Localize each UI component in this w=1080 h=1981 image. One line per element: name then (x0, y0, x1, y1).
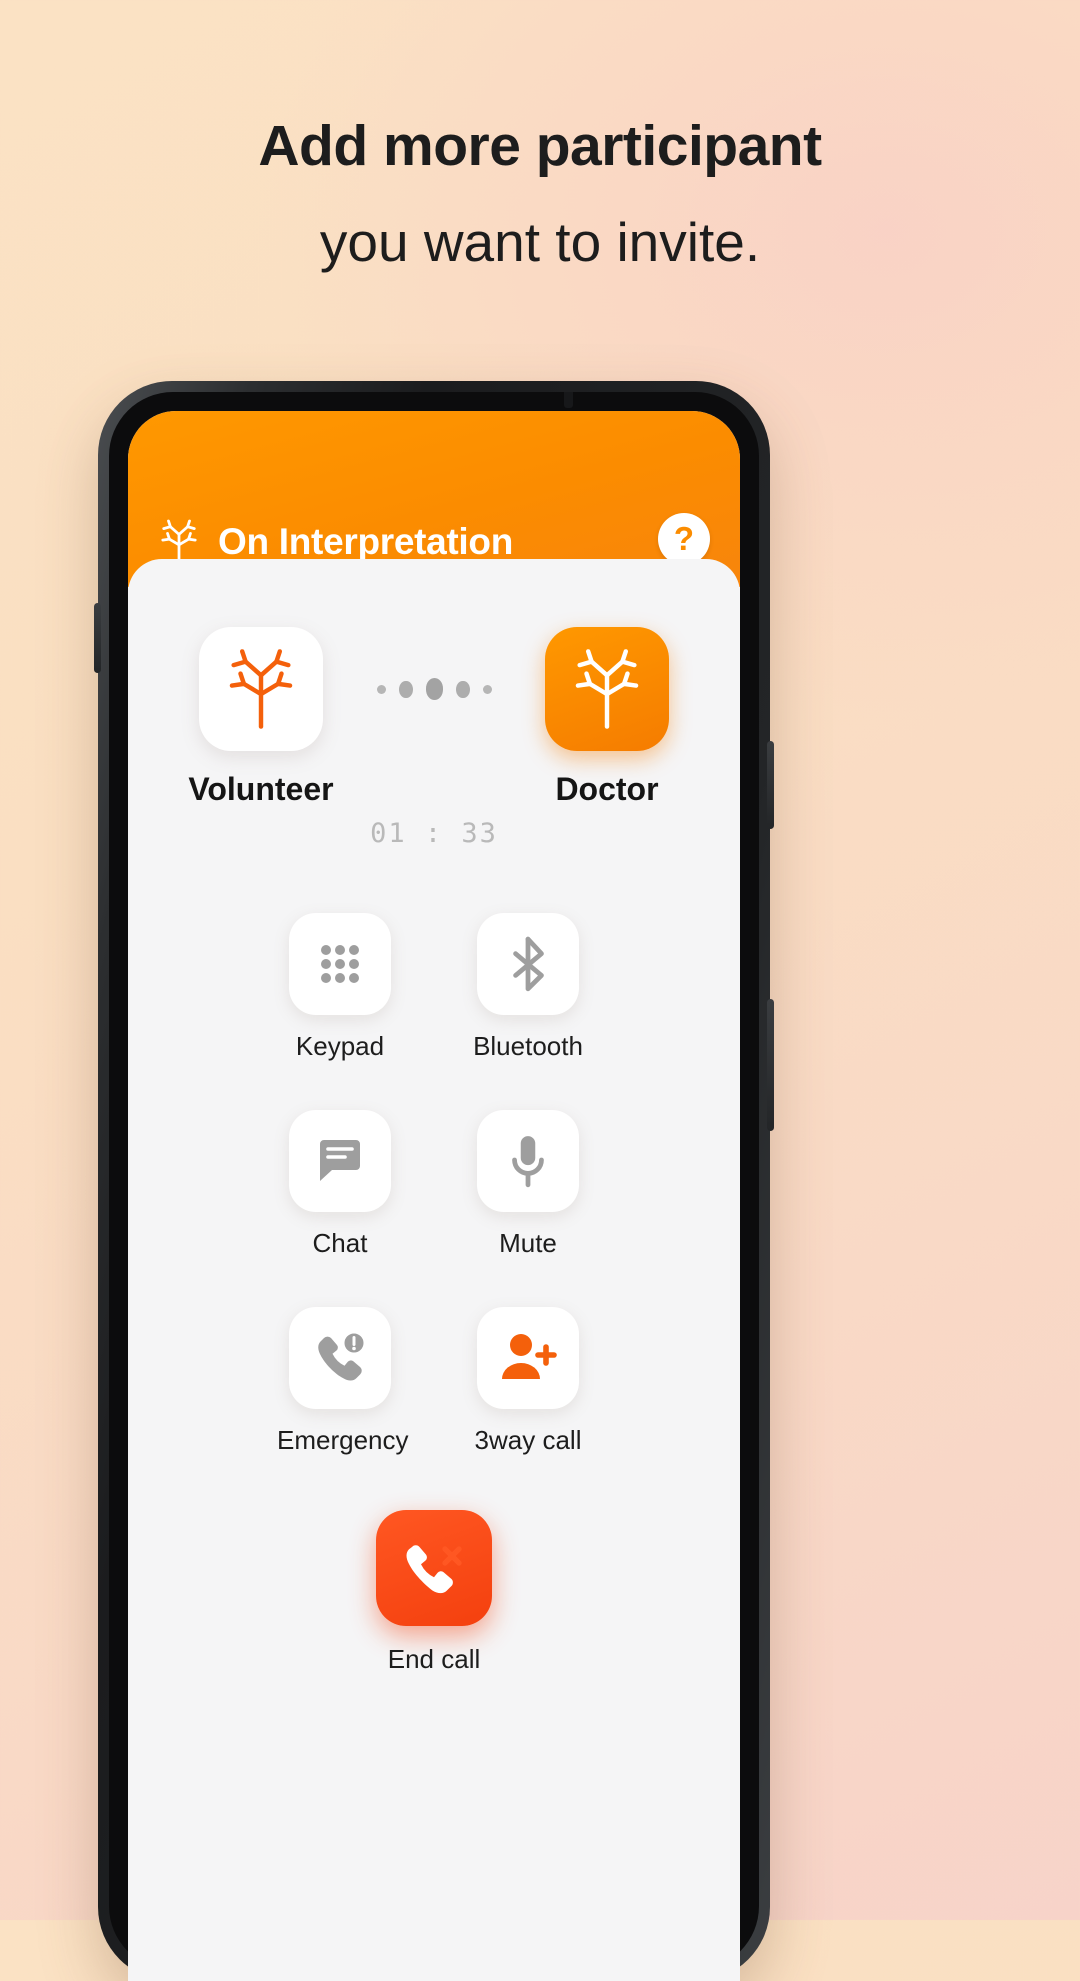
connection-dot (455, 680, 470, 698)
tree-icon (229, 649, 293, 729)
promo-line-1: Add more participant (258, 114, 822, 178)
add-person-icon (502, 1334, 557, 1379)
connection-dot (376, 684, 386, 694)
tree-icon (575, 649, 639, 729)
end-call-label: End call (387, 1644, 481, 1674)
action-label: Keypad (295, 1031, 385, 1061)
connection-dots (368, 627, 500, 751)
call-content-panel: Volunteer Doctor 01: 33 Keypad Bluetoot… (128, 559, 740, 1807)
call-actions-grid: Keypad Bluetooth Chat Mute Emergency 3wa… (128, 913, 740, 1456)
connection-dot (482, 684, 492, 694)
action-tile (289, 1110, 391, 1212)
promo-headline: Add more participant you want to invite. (0, 118, 1080, 270)
participant-avatar-tile (199, 627, 323, 751)
action-label: Bluetooth (473, 1031, 583, 1061)
participant-volunteer[interactable]: Volunteer (154, 627, 368, 808)
power-button[interactable] (94, 603, 101, 673)
keypad-icon (321, 945, 359, 983)
end-call-icon (406, 1545, 462, 1594)
end-call-button[interactable] (376, 1510, 492, 1626)
phone-mockup: On Interpretation ? Volunteer Doctor 01 … (94, 381, 774, 1981)
volume-down-button[interactable] (767, 999, 774, 1131)
action-label: 3way call (474, 1425, 582, 1455)
participants-row: Volunteer Doctor (128, 627, 740, 808)
action-keypad[interactable]: Keypad (277, 913, 403, 1062)
action-mute[interactable]: Mute (465, 1110, 591, 1259)
action-tile (477, 913, 579, 1015)
action-emergency[interactable]: Emergency (277, 1307, 409, 1456)
action-chat[interactable]: Chat (277, 1110, 403, 1259)
bluetooth-icon (513, 936, 544, 992)
participant-avatar-tile (545, 627, 669, 751)
call-duration: 01 : 33 (370, 818, 498, 849)
participant-name: Volunteer (188, 771, 334, 807)
action-label: Emergency (277, 1425, 409, 1455)
app-title: On Interpretation (218, 521, 514, 562)
phone-notch (564, 392, 573, 408)
action-tile (477, 1110, 579, 1212)
action-tile (289, 913, 391, 1015)
help-question-icon: ? (673, 519, 695, 557)
microphone-icon (512, 1136, 544, 1188)
connection-dot (398, 680, 413, 698)
action-label: Mute (499, 1228, 557, 1258)
emergency-call-icon (318, 1330, 367, 1381)
action-bluetooth[interactable]: Bluetooth (465, 913, 591, 1062)
participant-doctor[interactable]: Doctor (500, 627, 714, 808)
action-3way-call[interactable]: 3way call (465, 1307, 591, 1456)
end-call-section: End call (128, 1510, 740, 1675)
participant-name: Doctor (555, 771, 659, 807)
phone-screen: On Interpretation ? Volunteer Doctor 01 … (128, 411, 740, 1981)
action-tile (289, 1307, 391, 1409)
action-tile (477, 1307, 579, 1409)
connection-dot (425, 678, 443, 700)
chat-icon (320, 1140, 360, 1181)
promo-line-2: you want to invite. (319, 211, 761, 273)
help-button[interactable]: ? (658, 513, 710, 565)
action-label: Chat (312, 1228, 368, 1258)
volume-up-button[interactable] (767, 741, 774, 829)
